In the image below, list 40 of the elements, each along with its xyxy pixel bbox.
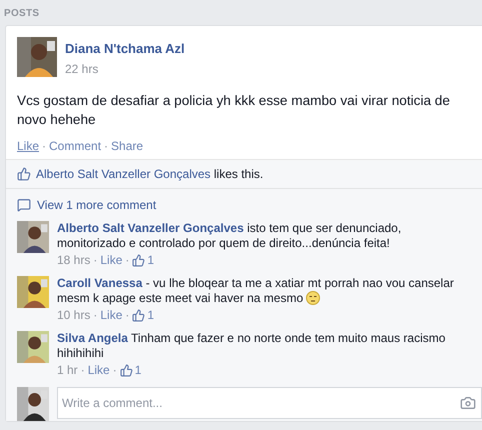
commenter-link[interactable]: Alberto Salt Vanzeller Gonçalves [57,221,244,235]
separator-dot: · [125,308,130,322]
like-count[interactable]: 1 [134,363,142,377]
separator-dot: · [125,253,130,267]
post-action-link[interactable]: Like [17,139,40,153]
thumbs-up-icon [132,308,146,322]
view-more-link[interactable]: View 1 more comment [37,198,156,212]
comment-text: Alberto Salt Vanzeller Gonçalves isto tem que ser denunciado, monitorizado e controlado por quem de direito...denúncia feita! [57,221,402,251]
post-time[interactable]: 22 hrs [65,62,185,76]
comment-time[interactable]: 1 hr [57,363,78,377]
separator-dot: · [93,308,98,322]
post-action-link[interactable]: Share [111,139,144,153]
commenter-link[interactable]: Caroll Vanessa [57,276,142,290]
commenter-link[interactable]: Silva Angela [57,331,128,345]
comment-time[interactable]: 18 hrs [57,253,90,267]
separator-dot: · [80,363,85,377]
comment-like-link[interactable]: Like [100,253,122,267]
thumbs-up-icon [17,167,31,181]
comment-like-link[interactable]: Like [88,363,110,377]
thumbs-up-icon [120,364,133,376]
like-count[interactable]: 1 [147,308,154,322]
separator-dot: · [93,253,98,267]
comment-time[interactable]: 10 hrs [57,308,90,322]
comment-like-link[interactable]: Like [100,308,122,322]
section-title: POSTS [3,7,40,21]
liker-link[interactable]: Alberto Salt Vanzeller Gonçalves [36,167,211,181]
comment-text: Silva Angela Tinham que fazer e no norte onde tem muito maus racismo hihihihihi [57,331,446,361]
separator-dot: · [104,139,108,153]
likes-text: Alberto Salt Vanzeller Gonçalves likes this. [36,167,264,181]
thumbs-up-icon [132,254,146,266]
comment-icon [17,198,31,212]
post-text: Vcs gostam de desafiar a policia yh kkk esse mambo vai virar noticia de novo hehehe [17,92,451,129]
comment-input[interactable]: Write a comment... [57,387,482,419]
camera-icon[interactable] [460,395,476,411]
author-name[interactable]: Diana N'tchama Azl [65,41,185,56]
like-count[interactable]: 1 [147,253,154,267]
separator-dot: · [112,363,117,377]
separator-dot: · [42,139,46,153]
post-action-link[interactable]: Comment [49,139,102,153]
comment-text: Caroll Vanessa - vu lhe bloqear ta me a xatiar mt porrah nao vou canselar mesm k apage este meet vai haver na mesmo [57,276,455,306]
